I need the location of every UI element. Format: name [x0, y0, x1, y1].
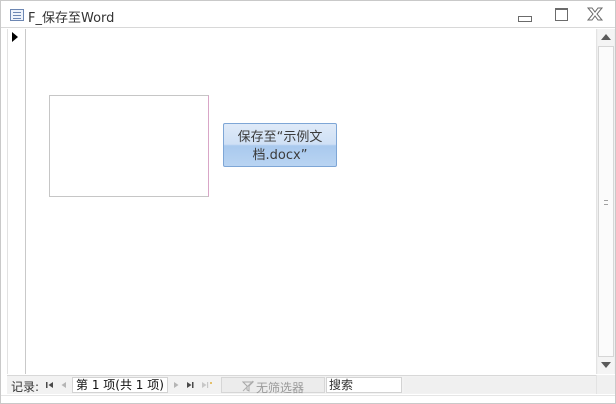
scroll-grip-icon — [604, 200, 608, 205]
maximize-button[interactable] — [550, 5, 572, 23]
minimize-button[interactable] — [513, 5, 535, 23]
next-record-icon — [174, 382, 179, 388]
scroll-down-icon[interactable] — [598, 357, 614, 374]
new-record-button[interactable] — [200, 377, 212, 393]
next-record-button[interactable] — [170, 377, 182, 393]
close-button[interactable] — [584, 5, 606, 23]
object-frame[interactable] — [49, 95, 209, 197]
first-record-icon — [46, 382, 53, 388]
last-record-icon — [187, 382, 194, 388]
size-grip[interactable] — [596, 375, 615, 394]
form-icon — [10, 9, 24, 21]
form-window: F_保存至Word 保存至“示例文档.docx” 记录: 第 1 项(共 1 项… — [0, 0, 616, 404]
title-bar: F_保存至Word — [1, 1, 615, 28]
close-icon — [586, 7, 604, 21]
current-record-arrow-icon — [12, 32, 18, 42]
search-input[interactable]: 搜索 — [326, 377, 402, 393]
current-record-field[interactable]: 第 1 项(共 1 项) — [72, 377, 168, 393]
record-label: 记录: — [11, 380, 40, 394]
filter-indicator[interactable]: 无筛选器 — [221, 377, 325, 395]
filter-label: 无筛选器 — [256, 381, 305, 395]
window-title: F_保存至Word — [28, 11, 115, 26]
last-record-button[interactable] — [184, 377, 196, 393]
new-record-icon — [202, 382, 212, 388]
scroll-thumb[interactable] — [598, 46, 614, 357]
record-navigation-bar: 记录: 第 1 项(共 1 项) 无筛选器 搜索 — [7, 375, 615, 395]
previous-record-icon — [61, 382, 66, 388]
record-selector[interactable] — [7, 29, 26, 374]
previous-record-button[interactable] — [58, 377, 70, 393]
horizontal-scrollbar[interactable] — [404, 377, 597, 393]
window-bottom-border — [1, 395, 615, 403]
no-filter-icon — [242, 380, 254, 392]
vertical-scrollbar[interactable] — [596, 29, 615, 374]
scroll-up-icon[interactable] — [598, 29, 614, 46]
save-to-word-button[interactable]: 保存至“示例文档.docx” — [223, 123, 337, 167]
form-detail-section — [27, 29, 596, 374]
first-record-button[interactable] — [44, 377, 56, 393]
